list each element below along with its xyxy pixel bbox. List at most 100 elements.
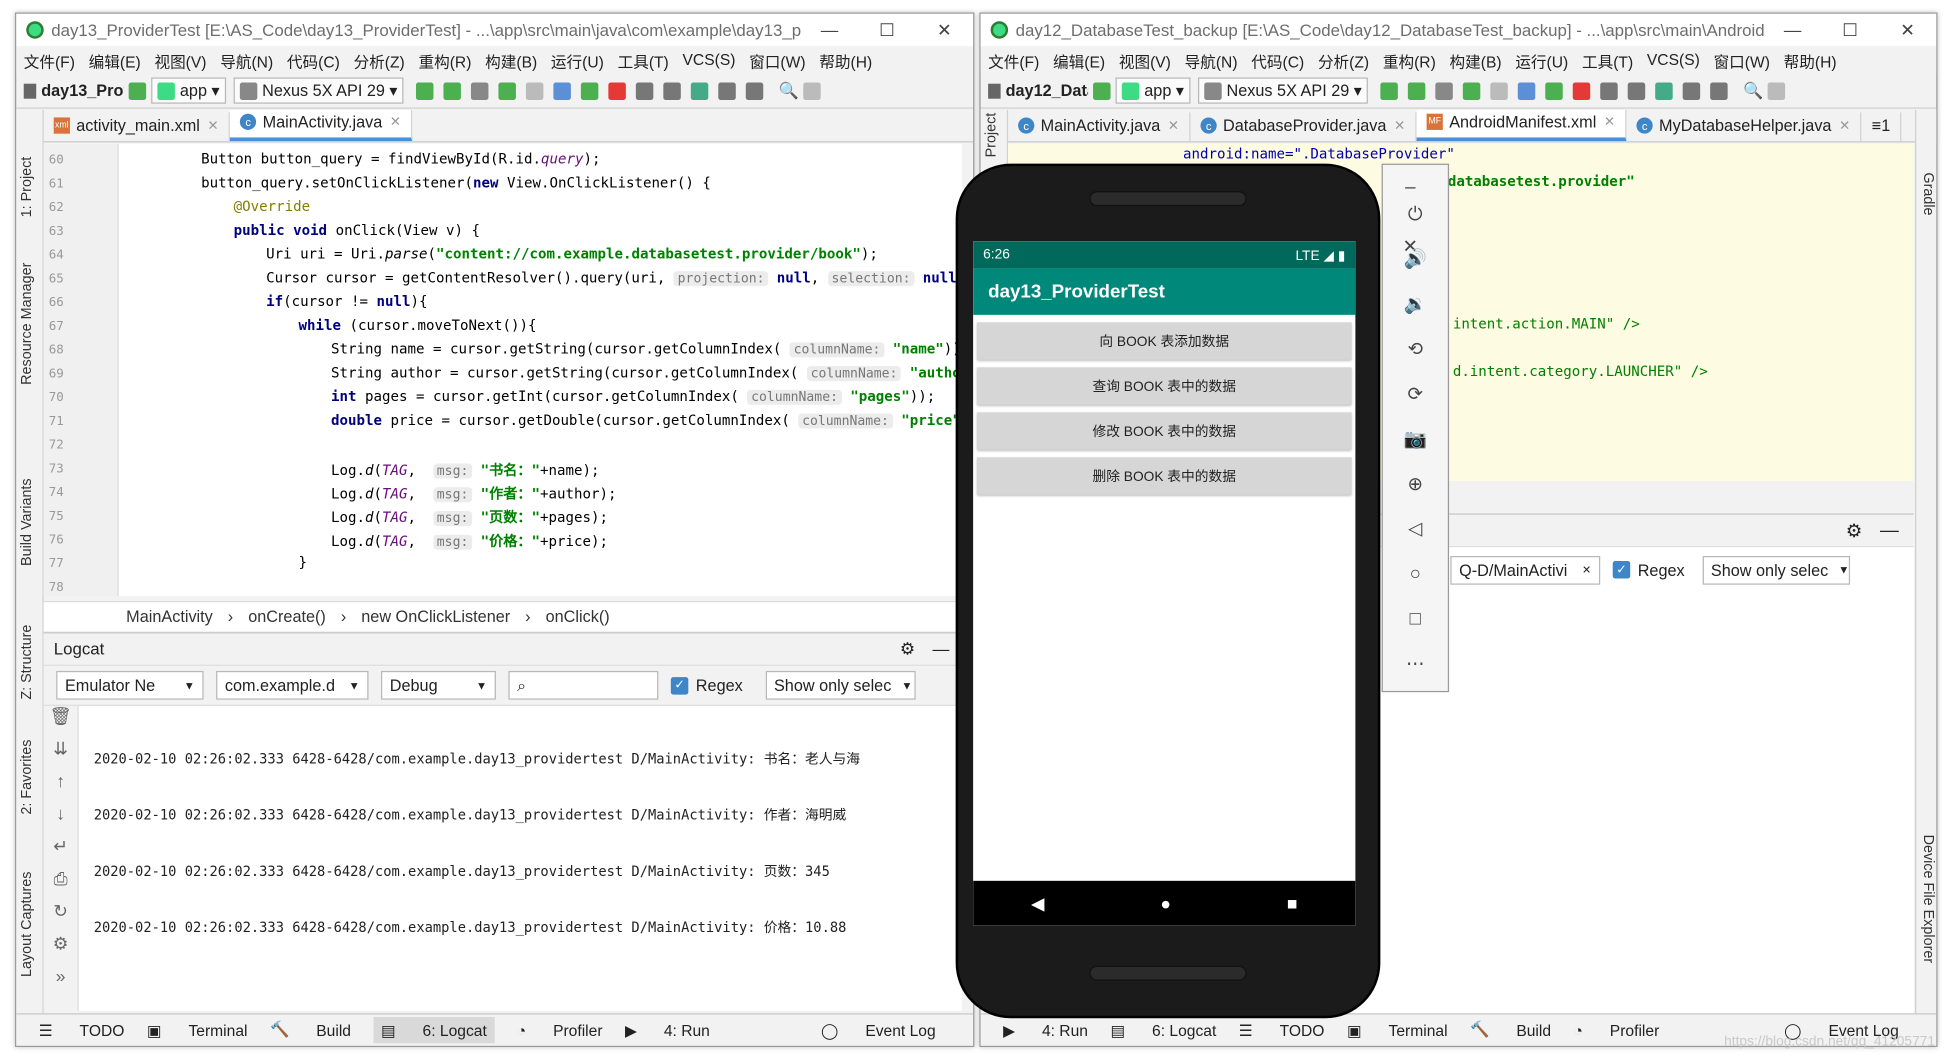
run-config-select[interactable]: app ▾ bbox=[1115, 77, 1191, 104]
maximize-button[interactable]: ☐ bbox=[858, 19, 915, 40]
gear-icon[interactable]: ⚙ bbox=[1846, 519, 1863, 541]
tool-device-file-explorer[interactable]: Device File Explorer bbox=[1920, 835, 1935, 964]
delete-book-button[interactable]: 删除 BOOK 表中的数据 bbox=[976, 457, 1352, 495]
tool-terminal[interactable]: ▣ Terminal bbox=[1347, 1021, 1448, 1039]
menu-analyze[interactable]: 分析(Z) bbox=[1318, 48, 1369, 72]
close-tab-icon[interactable]: ✕ bbox=[390, 114, 402, 130]
volume-down-icon[interactable]: 🔉 bbox=[1383, 282, 1448, 327]
device-dropdown[interactable]: Emulator Ne ▼ bbox=[56, 670, 204, 700]
back-icon[interactable]: ◀ bbox=[1031, 893, 1044, 914]
rotate-right-icon[interactable]: ⟳ bbox=[1383, 372, 1448, 417]
menu-build[interactable]: 构建(B) bbox=[1450, 48, 1502, 72]
user-icon[interactable] bbox=[803, 81, 822, 100]
menu-window[interactable]: 窗口(W) bbox=[749, 48, 805, 72]
trash-icon[interactable]: 🗑 bbox=[44, 706, 78, 738]
update-book-button[interactable]: 修改 BOOK 表中的数据 bbox=[976, 412, 1352, 450]
coverage-icon[interactable] bbox=[1490, 81, 1509, 100]
tab-androidmanifest-xml[interactable]: MF AndroidManifest.xml ✕ bbox=[1416, 109, 1627, 142]
tool-structure[interactable]: Z: Structure bbox=[20, 625, 35, 700]
rerun-icon[interactable] bbox=[416, 81, 434, 100]
tool-resource-manager[interactable]: Resource Manager bbox=[20, 263, 35, 385]
restart-icon[interactable]: ↻ bbox=[44, 901, 78, 933]
list-icon[interactable] bbox=[1435, 81, 1454, 100]
volume-up-icon[interactable]: 🔊 bbox=[1383, 237, 1448, 282]
menu-run[interactable]: 运行(U) bbox=[1515, 48, 1568, 72]
device-icon[interactable] bbox=[718, 81, 737, 100]
tool-terminal[interactable]: ▣ Terminal bbox=[147, 1021, 248, 1039]
close-button[interactable]: ✕ bbox=[1879, 19, 1936, 40]
menu-refactor[interactable]: 重构(R) bbox=[418, 48, 471, 72]
menu-edit[interactable]: 编辑(E) bbox=[1053, 48, 1105, 72]
tool-event-log[interactable]: ◯ Event Log bbox=[821, 1021, 936, 1039]
filter-dropdown[interactable]: Show only selec ▼ bbox=[1702, 555, 1850, 585]
up-arrow-icon[interactable]: ↑ bbox=[44, 771, 78, 803]
user-icon[interactable] bbox=[1768, 81, 1786, 100]
tab-activity-main-xml[interactable]: xml activity_main.xml ✕ bbox=[44, 112, 231, 142]
add-book-button[interactable]: 向 BOOK 表添加数据 bbox=[976, 322, 1352, 360]
menu-navigate[interactable]: 导航(N) bbox=[1185, 48, 1238, 72]
menu-file[interactable]: 文件(F) bbox=[24, 48, 75, 72]
tool-logcat[interactable]: ▤ 6: Logcat bbox=[373, 1017, 495, 1044]
search-icon[interactable]: 🔍 bbox=[1743, 81, 1763, 101]
home-icon[interactable]: ● bbox=[1160, 893, 1171, 913]
tab-overflow[interactable]: ≡1 bbox=[1862, 112, 1902, 142]
tool-build[interactable]: 🔨 Build bbox=[270, 1021, 351, 1040]
menu-build[interactable]: 构建(B) bbox=[485, 48, 537, 72]
device-icon[interactable] bbox=[1683, 81, 1701, 100]
hammer-icon[interactable] bbox=[1093, 81, 1111, 100]
sdk-manager-icon[interactable] bbox=[1655, 81, 1674, 100]
tool-todo[interactable]: ☰ TODO bbox=[39, 1021, 125, 1039]
menu-help[interactable]: 帮助(H) bbox=[1784, 48, 1837, 72]
power-icon[interactable]: ⏻ bbox=[1383, 192, 1448, 237]
query-book-button[interactable]: 查询 BOOK 表中的数据 bbox=[976, 367, 1352, 405]
tool-profiler[interactable]: ◔ Profiler bbox=[1574, 1021, 1660, 1038]
minimize-button[interactable]: — bbox=[1764, 19, 1821, 40]
sync-icon[interactable] bbox=[1600, 81, 1619, 100]
tool-project[interactable]: 1: Project bbox=[20, 157, 35, 218]
debug-icon[interactable] bbox=[498, 81, 517, 100]
tool-profiler[interactable]: ◔ Profiler bbox=[517, 1021, 603, 1038]
menu-window[interactable]: 窗口(W) bbox=[1714, 48, 1770, 72]
tool-todo[interactable]: ☰ TODO bbox=[1239, 1021, 1325, 1039]
layout-inspector-icon[interactable] bbox=[1710, 81, 1728, 100]
tab-mydatabasehelper-java[interactable]: c MyDatabaseHelper.java ✕ bbox=[1627, 112, 1862, 142]
camera-icon[interactable]: 📷 bbox=[1383, 417, 1448, 462]
down-arrow-icon[interactable]: ↓ bbox=[44, 803, 78, 835]
tool-logcat[interactable]: ▤ 6: Logcat bbox=[1110, 1021, 1216, 1039]
soft-wrap-icon[interactable]: ↵ bbox=[44, 836, 78, 868]
tab-mainactivity-java[interactable]: c MainActivity.java ✕ bbox=[230, 109, 413, 142]
breadcrumb-item[interactable]: onCreate() bbox=[248, 607, 326, 626]
menu-code[interactable]: 代码(C) bbox=[1251, 48, 1304, 72]
emulator-screen[interactable]: 6:26 LTE ◢ ▮ day13_ProviderTest 向 BOOK 表… bbox=[973, 241, 1356, 926]
close-tab-icon[interactable]: ✕ bbox=[207, 117, 219, 134]
regex-checkbox[interactable]: ✓ bbox=[670, 676, 689, 695]
close-tab-icon[interactable]: ✕ bbox=[1839, 117, 1851, 134]
menu-help[interactable]: 帮助(H) bbox=[819, 48, 872, 72]
list-icon[interactable] bbox=[471, 81, 489, 100]
more-icon[interactable]: » bbox=[44, 966, 78, 998]
tool-favorites[interactable]: 2: Favorites bbox=[20, 740, 35, 815]
close-tab-icon[interactable]: ✕ bbox=[1394, 117, 1406, 134]
hide-icon[interactable]: — bbox=[1880, 520, 1899, 541]
gear-icon[interactable]: ⚙ bbox=[900, 639, 915, 659]
project-name[interactable]: day12_Data bbox=[1006, 81, 1088, 100]
home-icon[interactable]: ○ bbox=[1383, 552, 1448, 597]
apply-changes-icon[interactable] bbox=[1408, 81, 1426, 100]
menu-tools[interactable]: 工具(T) bbox=[618, 48, 669, 72]
tool-build-variants[interactable]: Build Variants bbox=[20, 478, 35, 566]
menu-edit[interactable]: 编辑(E) bbox=[89, 48, 141, 72]
breadcrumb-item[interactable]: new OnClickListener bbox=[361, 607, 510, 626]
avd-manager-icon[interactable] bbox=[1628, 81, 1646, 100]
menu-analyze[interactable]: 分析(Z) bbox=[354, 48, 405, 72]
package-dropdown[interactable]: com.example.d ▼ bbox=[216, 670, 369, 700]
settings-icon[interactable]: ⚙ bbox=[44, 933, 78, 965]
coverage-icon[interactable] bbox=[526, 81, 544, 100]
device-select[interactable]: Nexus 5X API 29 ▾ bbox=[1197, 77, 1369, 104]
scroll-to-end-icon[interactable]: ⇊ bbox=[44, 738, 78, 770]
hide-icon[interactable]: — bbox=[933, 640, 950, 659]
layout-inspector-icon[interactable] bbox=[746, 81, 764, 100]
menu-view[interactable]: 视图(V) bbox=[154, 48, 206, 72]
tool-layout-captures[interactable]: Layout Captures bbox=[20, 872, 35, 977]
minimize-button[interactable]: — bbox=[801, 19, 858, 40]
overview-icon[interactable]: ■ bbox=[1287, 893, 1298, 913]
